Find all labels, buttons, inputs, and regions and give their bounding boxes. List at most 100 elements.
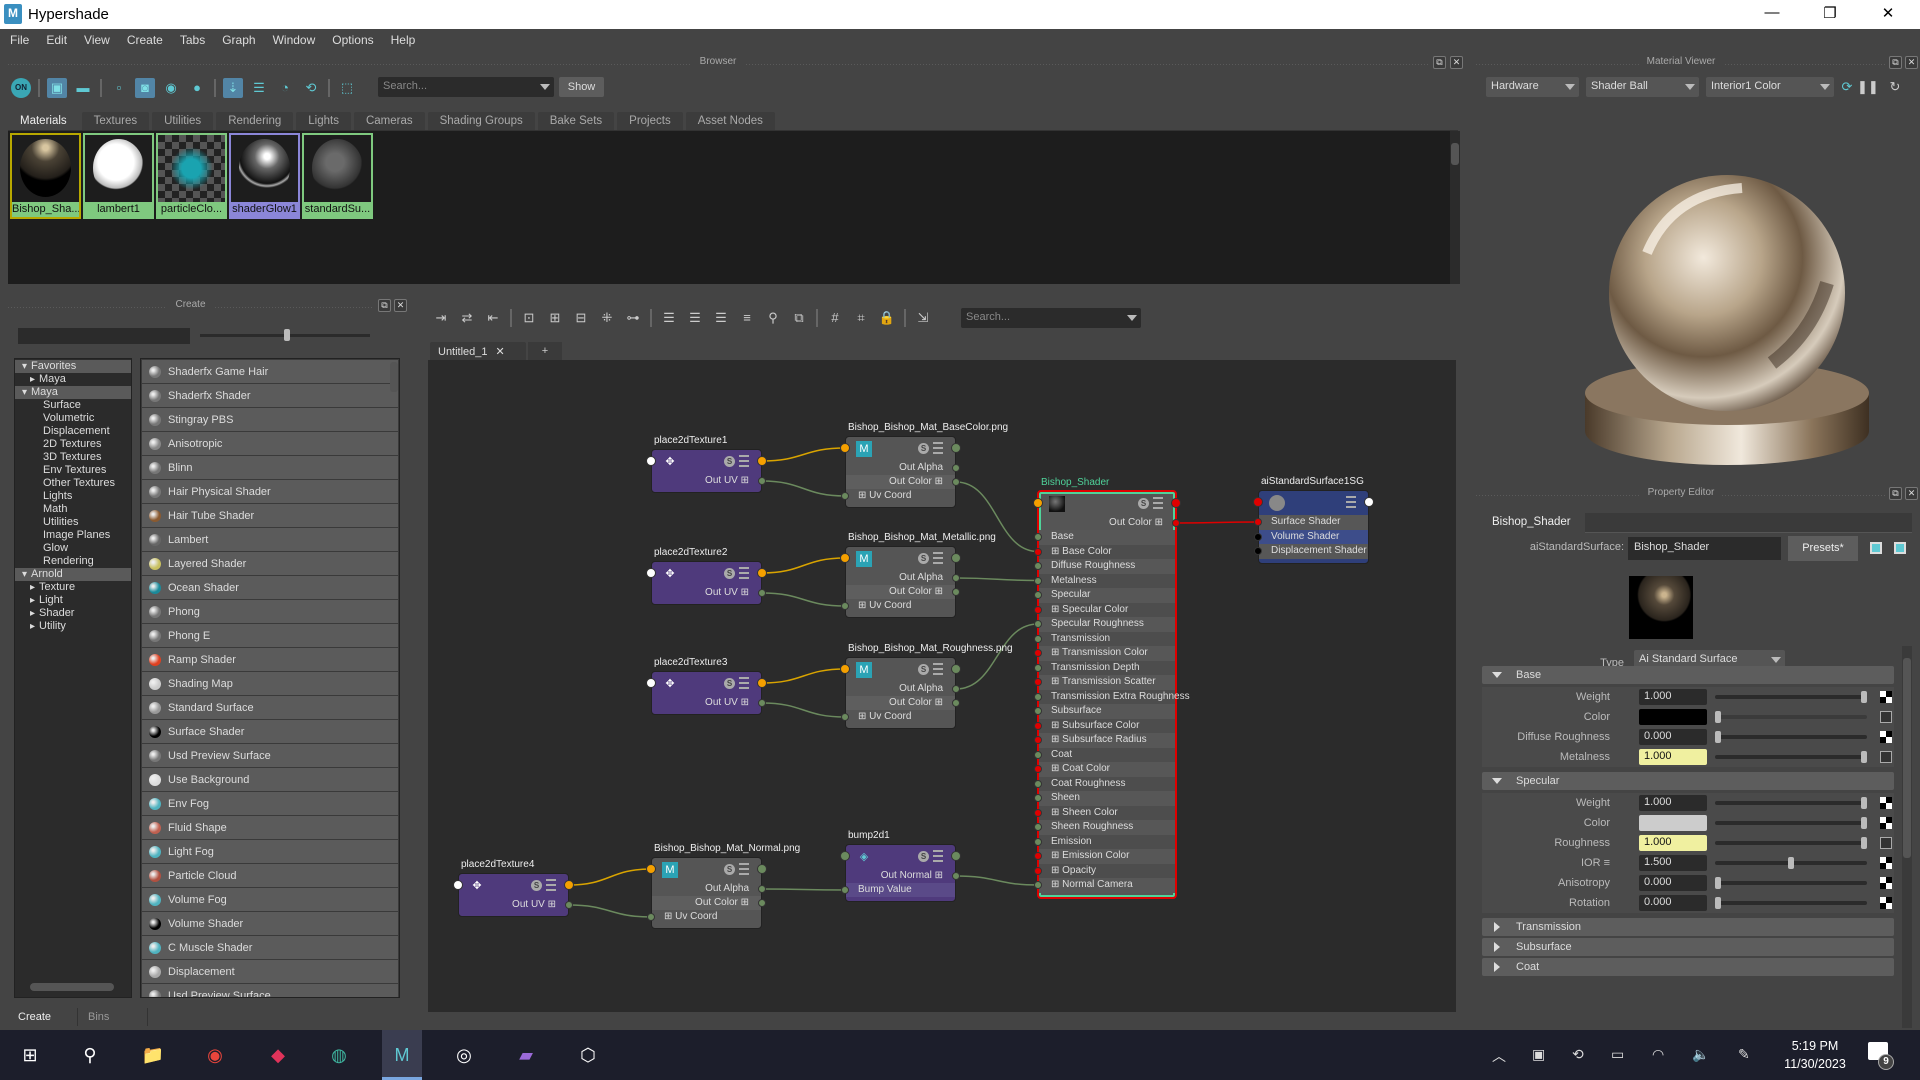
obs-icon[interactable]: ◎ <box>451 1042 477 1068</box>
node-bishop-bishop-mat-metallic-png[interactable]: Bishop_Bishop_Mat_Metallic.png M S Out Alph… <box>840 532 996 618</box>
show-attributes-icon[interactable] <box>933 442 943 454</box>
input-port[interactable] <box>1034 562 1042 570</box>
find-icon[interactable]: ⚲ <box>763 308 783 328</box>
expanded-arrow-icon[interactable] <box>1492 778 1502 784</box>
attr-slider[interactable] <box>1715 881 1867 885</box>
create-item-anisotropic[interactable]: Anisotropic <box>142 432 398 455</box>
renderer-dropdown[interactable]: Hardware <box>1486 77 1579 97</box>
sort-by-type-icon[interactable]: ☰ <box>249 78 269 98</box>
show-button[interactable]: Show <box>559 77 604 97</box>
output-port[interactable] <box>757 678 767 688</box>
input-port[interactable] <box>1034 649 1042 657</box>
sort-by-name-icon[interactable]: ⇣ <box>223 78 243 98</box>
tab-lights[interactable]: Lights <box>296 112 351 130</box>
float-panel-button[interactable]: ⧉ <box>1889 487 1902 500</box>
input-port[interactable] <box>1034 823 1042 831</box>
map-texture-icon[interactable] <box>1880 897 1892 909</box>
input-port[interactable] <box>840 851 850 861</box>
create-item-ramp-shader[interactable]: Ramp Shader <box>142 648 398 671</box>
input-port[interactable] <box>1034 663 1042 672</box>
attr-value-field[interactable]: 1.000 <box>1639 749 1707 765</box>
solo-icon[interactable]: S <box>918 851 929 862</box>
simple-view-icon[interactable]: ☰ <box>659 308 679 328</box>
section-specular[interactable]: Specular <box>1482 772 1894 790</box>
show-attributes-icon[interactable] <box>739 455 749 467</box>
node-bishop-shader[interactable]: Bishop_Shader S Out Color ⊞ Base ⊞ Base Col… <box>1033 477 1190 899</box>
close-panel-button[interactable]: ✕ <box>394 299 407 312</box>
float-panel-button[interactable]: ⧉ <box>1889 56 1902 69</box>
attr-value-field[interactable]: 0.000 <box>1639 875 1707 891</box>
color-swatch[interactable] <box>1639 709 1707 725</box>
create-item-ocean-shader[interactable]: Ocean Shader <box>142 576 398 599</box>
map-texture-icon[interactable] <box>1880 797 1892 809</box>
tab-rendering[interactable]: Rendering <box>216 112 294 130</box>
solo-icon[interactable]: S <box>724 864 735 875</box>
output-port[interactable] <box>565 901 573 909</box>
input-port[interactable] <box>647 913 655 921</box>
minimize-button[interactable]: — <box>1752 4 1792 24</box>
slider-handle[interactable] <box>1861 817 1867 829</box>
tab-asset-nodes[interactable]: Asset Nodes <box>685 112 775 130</box>
copy-tab-icon[interactable] <box>1870 542 1882 554</box>
tab-bishop-shader[interactable]: Bishop_Shader <box>1478 513 1585 533</box>
output-port[interactable] <box>952 574 960 582</box>
windows-start-icon[interactable]: ⊞ <box>17 1042 43 1068</box>
attr-value-field[interactable]: 0.000 <box>1639 729 1707 745</box>
input-port[interactable] <box>1034 881 1042 889</box>
add-selected-icon[interactable]: ⊞ <box>545 308 565 328</box>
float-panel-button[interactable]: ⧉ <box>1433 56 1446 69</box>
on-toggle-icon[interactable]: ON <box>11 78 31 98</box>
collapsed-arrow-icon[interactable] <box>1494 962 1500 972</box>
create-item-lambert[interactable]: Lambert <box>142 528 398 551</box>
tree-item-image-planes[interactable]: Image Planes <box>15 529 131 542</box>
slider-handle[interactable] <box>1715 731 1721 743</box>
tree-item-maya[interactable]: ▾ Maya <box>15 386 131 399</box>
output-port[interactable] <box>951 851 961 861</box>
frame-icon[interactable]: ⬚ <box>337 78 357 98</box>
input-port[interactable] <box>1254 518 1262 526</box>
xlarge-icon-size[interactable]: ● <box>187 78 207 98</box>
attr-value-field[interactable]: 1.500 <box>1639 855 1707 871</box>
tree-horizontal-scrollbar[interactable] <box>16 981 128 993</box>
output-port[interactable] <box>757 456 767 466</box>
menu-view[interactable]: View <box>74 29 117 47</box>
menu-help[interactable]: Help <box>381 29 423 47</box>
input-port[interactable] <box>1034 533 1042 541</box>
show-attributes-icon[interactable] <box>739 677 749 689</box>
input-port[interactable] <box>1034 866 1042 875</box>
input-port[interactable] <box>646 456 656 466</box>
sort-by-time-icon[interactable]: ◔ <box>275 78 295 98</box>
close-button[interactable]: ✕ <box>1868 4 1908 24</box>
swatch-view-icon[interactable]: ▣ <box>47 78 67 98</box>
create-item-volume-fog[interactable]: Volume Fog <box>142 888 398 911</box>
tree-item-displacement[interactable]: Displacement <box>15 425 131 438</box>
tree-item-env-textures[interactable]: Env Textures <box>15 464 131 477</box>
expand-arrow-icon[interactable]: ▾ <box>15 568 31 581</box>
input-port[interactable] <box>1034 765 1042 773</box>
custom-view-icon[interactable]: ≡ <box>737 308 757 328</box>
camera-refresh-icon[interactable]: ⟳ <box>1837 77 1857 97</box>
input-port[interactable] <box>1034 576 1042 585</box>
material-swatch-bishop-sha[interactable]: Bishop_Sha... <box>10 133 81 219</box>
node-bishop-bishop-mat-normal-png[interactable]: Bishop_Bishop_Mat_Normal.png M S Out Alpha O… <box>646 843 800 929</box>
chevron-down-icon[interactable] <box>1127 315 1137 321</box>
output-port[interactable] <box>564 880 574 890</box>
create-item-blinn[interactable]: Blinn <box>142 456 398 479</box>
small-icon-size[interactable]: ▫ <box>109 78 129 98</box>
input-port[interactable] <box>1034 837 1042 846</box>
output-port[interactable] <box>757 568 767 578</box>
input-port[interactable] <box>1254 547 1262 555</box>
create-item-stingray-pbs[interactable]: Stingray PBS <box>142 408 398 431</box>
create-item-shaderfx-shader[interactable]: Shaderfx Shader <box>142 384 398 407</box>
expand-arrow-icon[interactable]: ▾ <box>15 386 31 399</box>
input-port[interactable] <box>1034 692 1042 701</box>
create-filter-input[interactable] <box>18 328 190 344</box>
frame-selected-icon[interactable]: ⧉ <box>789 308 809 328</box>
attr-slider[interactable] <box>1715 801 1867 805</box>
create-item-fluid-shape[interactable]: Fluid Shape <box>142 816 398 839</box>
attr-value-field[interactable]: 0.000 <box>1639 895 1707 911</box>
node-place2dtexture4[interactable]: place2dTexture4 ✥ S Out UV ⊞ <box>453 859 574 917</box>
chevron-down-icon[interactable] <box>540 84 550 90</box>
create-item-surface-shader[interactable]: Surface Shader <box>142 720 398 743</box>
display-sync-icon[interactable]: ⟲ <box>1572 1046 1584 1063</box>
